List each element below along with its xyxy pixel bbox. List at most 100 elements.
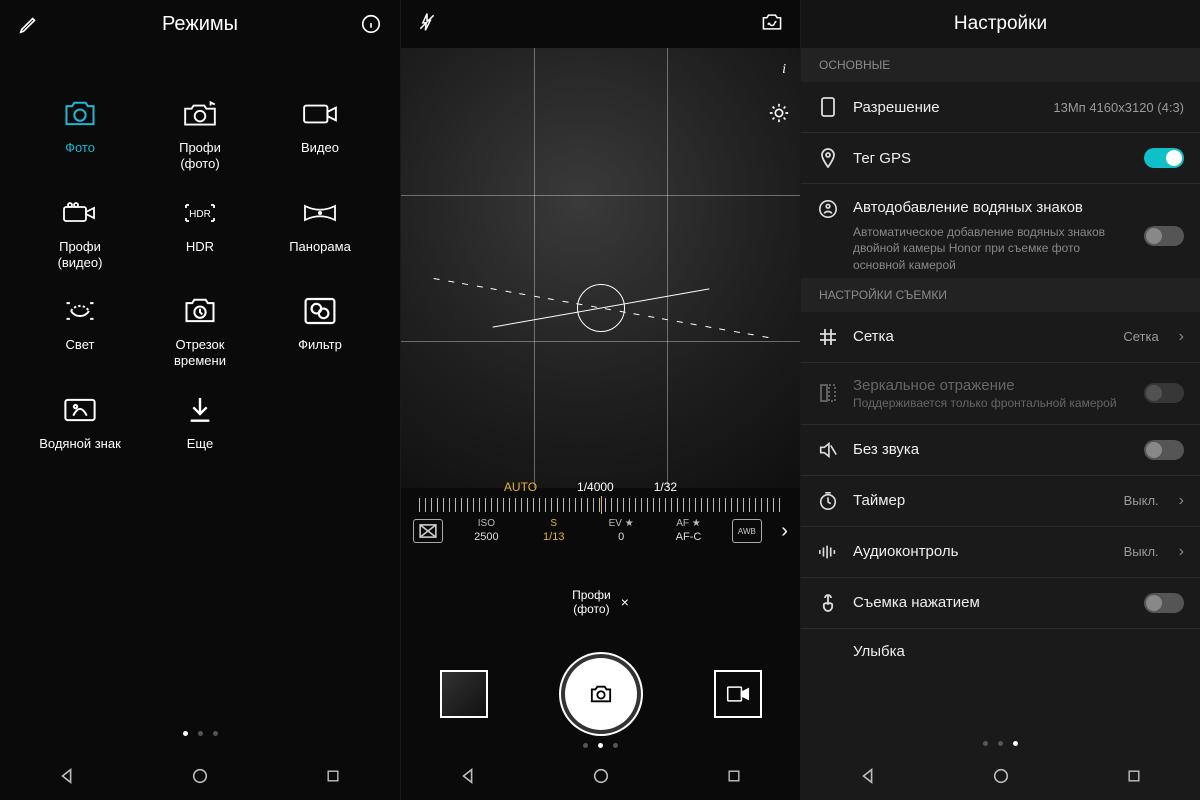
- mode-pro-photo[interactable]: Профи (фото): [140, 98, 260, 173]
- row-touch-capture[interactable]: Съемка нажатием: [801, 577, 1200, 628]
- mode-label: Фото: [65, 140, 95, 156]
- video-mode-button[interactable]: [714, 670, 762, 718]
- mode-label: Профи (видео): [58, 239, 103, 272]
- metering-icon[interactable]: [413, 519, 443, 543]
- row-mute[interactable]: Без звука: [801, 424, 1200, 475]
- pro-camera-icon: [182, 98, 218, 130]
- mode-label: Видео: [301, 140, 339, 156]
- panorama-icon: [302, 197, 338, 229]
- nav-bar: [801, 752, 1200, 800]
- aperture-val: 1/32: [654, 480, 677, 494]
- mode-photo[interactable]: Фото: [20, 98, 140, 173]
- pro-ev[interactable]: EV ★0: [597, 518, 645, 544]
- page-dots: [401, 743, 800, 748]
- settings-list[interactable]: ОСНОВНЫЕ Разрешение 13Мп 4160x3120 (4:3)…: [801, 48, 1200, 800]
- chevron-right-icon: ›: [1179, 328, 1184, 346]
- mode-light[interactable]: Свет: [20, 295, 140, 370]
- mode-label: Отрезок времени: [174, 337, 226, 370]
- row-audio[interactable]: Аудиоконтроль Выкл. ›: [801, 526, 1200, 577]
- watermark-toggle[interactable]: [1144, 226, 1184, 246]
- mode-more[interactable]: Еще: [140, 394, 260, 452]
- mode-panorama[interactable]: Панорама: [260, 197, 380, 272]
- mode-label: Панорама: [289, 239, 351, 255]
- modes-panel: Режимы Фото Профи (фото) Видео Профи (ви…: [0, 0, 400, 800]
- mode-hdr[interactable]: HDR HDR: [140, 197, 260, 272]
- edit-icon[interactable]: [18, 13, 40, 35]
- viewfinder-panel: i AUTO 1/4000 1/32 ISO2500 S1/13 EV ★0 A…: [400, 0, 800, 800]
- modes-header: Режимы: [0, 0, 400, 48]
- switch-camera-icon[interactable]: [760, 11, 784, 38]
- mute-icon: [817, 439, 839, 461]
- mode-label: Профи (фото): [179, 140, 221, 173]
- row-grid[interactable]: Сетка Сетка ›: [801, 312, 1200, 362]
- nav-back[interactable]: [47, 756, 87, 796]
- row-gps[interactable]: Тег GPS: [801, 132, 1200, 183]
- pro-controls: ISO2500 S1/13 EV ★0 AF ★AF-C AWB ›: [401, 518, 800, 544]
- light-icon: [62, 295, 98, 327]
- hdr-icon: HDR: [182, 197, 218, 229]
- brightness-icon[interactable]: [768, 102, 790, 129]
- chevron-right-icon[interactable]: ›: [781, 520, 788, 543]
- nav-home[interactable]: [180, 756, 220, 796]
- info-icon[interactable]: [360, 13, 382, 35]
- viewfinder[interactable]: i: [401, 48, 800, 488]
- mode-filter[interactable]: Фильтр: [260, 295, 380, 370]
- mirror-toggle: [1144, 383, 1184, 403]
- row-smile[interactable]: Улыбка: [801, 628, 1200, 674]
- pro-af[interactable]: AF ★AF-C: [665, 518, 713, 544]
- exposure-readout: AUTO 1/4000 1/32 ISO2500 S1/13 EV ★0 AF …: [401, 480, 800, 544]
- close-icon[interactable]: ×: [621, 594, 629, 610]
- mode-video[interactable]: Видео: [260, 98, 380, 173]
- row-resolution[interactable]: Разрешение 13Мп 4160x3120 (4:3): [801, 82, 1200, 132]
- nav-bar: [0, 752, 400, 800]
- nav-recent[interactable]: [714, 756, 754, 796]
- gps-toggle[interactable]: [1144, 148, 1184, 168]
- nav-home[interactable]: [581, 756, 621, 796]
- shutter-controls: [401, 658, 800, 730]
- mute-toggle[interactable]: [1144, 440, 1184, 460]
- download-icon: [182, 394, 218, 426]
- mode-label: Свет: [66, 337, 95, 353]
- nav-back[interactable]: [848, 756, 888, 796]
- row-timer[interactable]: Таймер Выкл. ›: [801, 475, 1200, 526]
- pro-video-icon: [62, 197, 98, 229]
- camera-icon: [62, 98, 98, 130]
- filter-icon: [302, 295, 338, 327]
- grid-line: [401, 195, 800, 196]
- current-mode-badge[interactable]: Профи (фото) ×: [572, 588, 629, 616]
- modes-title: Режимы: [162, 13, 238, 36]
- chevron-right-icon: ›: [1179, 543, 1184, 561]
- page-dots: [0, 731, 400, 736]
- nav-home[interactable]: [981, 756, 1021, 796]
- page-dots: [801, 735, 1200, 752]
- flash-icon[interactable]: [417, 12, 437, 37]
- auto-label: AUTO: [504, 480, 537, 494]
- mode-label: Фильтр: [298, 337, 342, 353]
- shutter-button[interactable]: [565, 658, 637, 730]
- mode-timelapse[interactable]: Отрезок времени: [140, 295, 260, 370]
- nav-recent[interactable]: [1114, 756, 1154, 796]
- gallery-thumbnail[interactable]: [440, 670, 488, 718]
- grid-line: [667, 48, 668, 488]
- grid-line: [534, 48, 535, 488]
- exposure-scale[interactable]: [419, 498, 782, 512]
- modes-grid: Фото Профи (фото) Видео Профи (видео) HD…: [0, 48, 400, 452]
- grid-line: [401, 341, 800, 342]
- mode-label: Еще: [187, 436, 213, 452]
- mirror-icon: [817, 382, 839, 404]
- awb-icon[interactable]: AWB: [732, 519, 762, 543]
- mode-pro-video[interactable]: Профи (видео): [20, 197, 140, 272]
- pro-iso[interactable]: ISO2500: [462, 518, 510, 544]
- watermark-icon: [62, 394, 98, 426]
- row-watermark-title[interactable]: Автодобавление водяных знаков Автоматиче…: [801, 183, 1200, 278]
- svg-text:HDR: HDR: [189, 209, 211, 220]
- timer-icon: [817, 490, 839, 512]
- touch-toggle[interactable]: [1144, 593, 1184, 613]
- pro-shutter[interactable]: S1/13: [530, 518, 578, 544]
- nav-back[interactable]: [448, 756, 488, 796]
- chevron-right-icon: ›: [1179, 492, 1184, 510]
- info-indicator[interactable]: i: [782, 62, 786, 78]
- nav-recent[interactable]: [313, 756, 353, 796]
- mode-watermark[interactable]: Водяной знак: [20, 394, 140, 452]
- nav-bar: [401, 752, 800, 800]
